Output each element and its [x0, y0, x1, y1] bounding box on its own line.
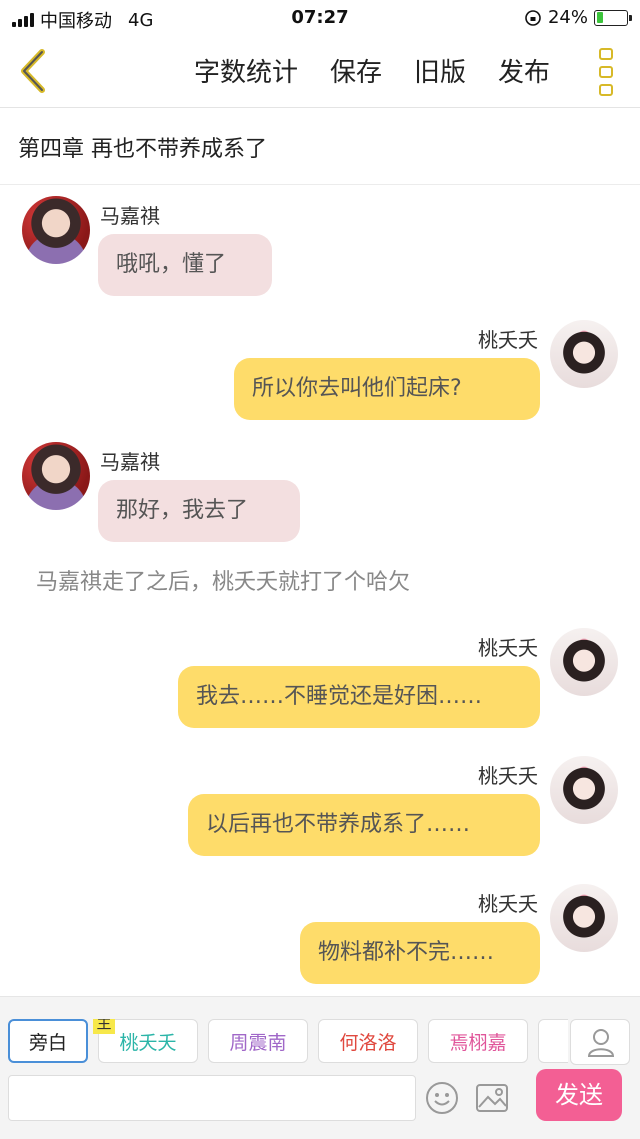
- chevron-left-icon: [21, 49, 45, 93]
- avatar[interactable]: [550, 756, 618, 824]
- nav-actions: 字数统计 保存 旧版 发布: [194, 52, 550, 89]
- back-button[interactable]: [14, 48, 54, 94]
- avatar[interactable]: [550, 884, 618, 952]
- character-label: 焉栩嘉: [449, 1031, 507, 1054]
- battery-fill: [596, 12, 604, 23]
- speaker-name: 桃夭夭: [478, 892, 538, 916]
- character-selector: 旁白桃夭夭主周震南何洛洛焉栩嘉夏: [8, 1019, 568, 1065]
- message-input[interactable]: [8, 1075, 416, 1121]
- battery-percent: 24%: [547, 7, 588, 28]
- message-bubble[interactable]: 哦吼，懂了: [98, 234, 272, 296]
- nav-action-1[interactable]: 保存: [330, 52, 382, 89]
- nav-action-3[interactable]: 发布: [498, 52, 550, 89]
- avatar[interactable]: [22, 442, 90, 510]
- more-button[interactable]: [596, 48, 616, 96]
- user-icon: [587, 1029, 615, 1057]
- top-nav: 字数统计 保存 旧版 发布: [0, 36, 640, 108]
- chapter-title[interactable]: 第四章 再也不带养成系了: [0, 109, 640, 185]
- message-bubble[interactable]: 所以你去叫他们起床?: [234, 358, 540, 420]
- main-badge: 主: [93, 1019, 115, 1034]
- character-label: 周震南: [229, 1031, 287, 1054]
- battery-icon: [594, 9, 632, 26]
- nav-action-0[interactable]: 字数统计: [194, 52, 298, 89]
- status-bar: 中国移动 4G 07:27 24%: [0, 0, 640, 36]
- smile-icon[interactable]: [425, 1081, 459, 1115]
- character-chip[interactable]: 何洛洛: [318, 1019, 418, 1063]
- message-bubble[interactable]: 我去……不睡觉还是好困……: [178, 666, 540, 728]
- avatar[interactable]: [550, 628, 618, 696]
- character-chip[interactable]: 旁白: [8, 1019, 88, 1063]
- character-label: 桃夭夭: [119, 1031, 177, 1054]
- message-bubble[interactable]: 物料都补不完……: [300, 922, 540, 984]
- speaker-name: 桃夭夭: [478, 636, 538, 660]
- character-label: 旁白: [28, 1031, 67, 1054]
- narration-text[interactable]: 马嘉祺走了之后，桃夭夭就打了个哈欠: [36, 564, 410, 596]
- message-bubble[interactable]: 那好，我去了: [98, 480, 300, 542]
- image-icon[interactable]: [475, 1083, 509, 1113]
- rotation-lock-icon: [525, 9, 541, 26]
- message-feed[interactable]: 马嘉祺 哦吼，懂了 桃夭夭 所以你去叫他们起床? 马嘉祺 那好，我去了 马嘉祺走了之后，桃夭…: [0, 186, 640, 996]
- speaker-name: 马嘉祺: [100, 450, 160, 474]
- status-right: 24%: [524, 7, 632, 28]
- composer-bar: 旁白桃夭夭主周震南何洛洛焉栩嘉夏 发送: [0, 996, 640, 1139]
- send-button[interactable]: 发送: [536, 1069, 622, 1121]
- speaker-name: 马嘉祺: [100, 204, 160, 228]
- avatar[interactable]: [550, 320, 618, 388]
- more-icon: [599, 66, 613, 78]
- nav-action-2[interactable]: 旧版: [414, 52, 466, 89]
- more-icon: [599, 84, 613, 96]
- character-chip[interactable]: 焉栩嘉: [428, 1019, 528, 1063]
- speaker-name: 桃夭夭: [478, 328, 538, 352]
- user-button[interactable]: [570, 1019, 630, 1065]
- speaker-name: 桃夭夭: [478, 764, 538, 788]
- more-icon: [599, 48, 613, 60]
- message-bubble[interactable]: 以后再也不带养成系了……: [188, 794, 540, 856]
- character-chip[interactable]: 周震南: [208, 1019, 308, 1063]
- character-label: 何洛洛: [339, 1031, 397, 1054]
- character-chip[interactable]: 夏: [538, 1019, 568, 1063]
- character-chip[interactable]: 桃夭夭主: [93, 1019, 198, 1063]
- avatar[interactable]: [22, 196, 90, 264]
